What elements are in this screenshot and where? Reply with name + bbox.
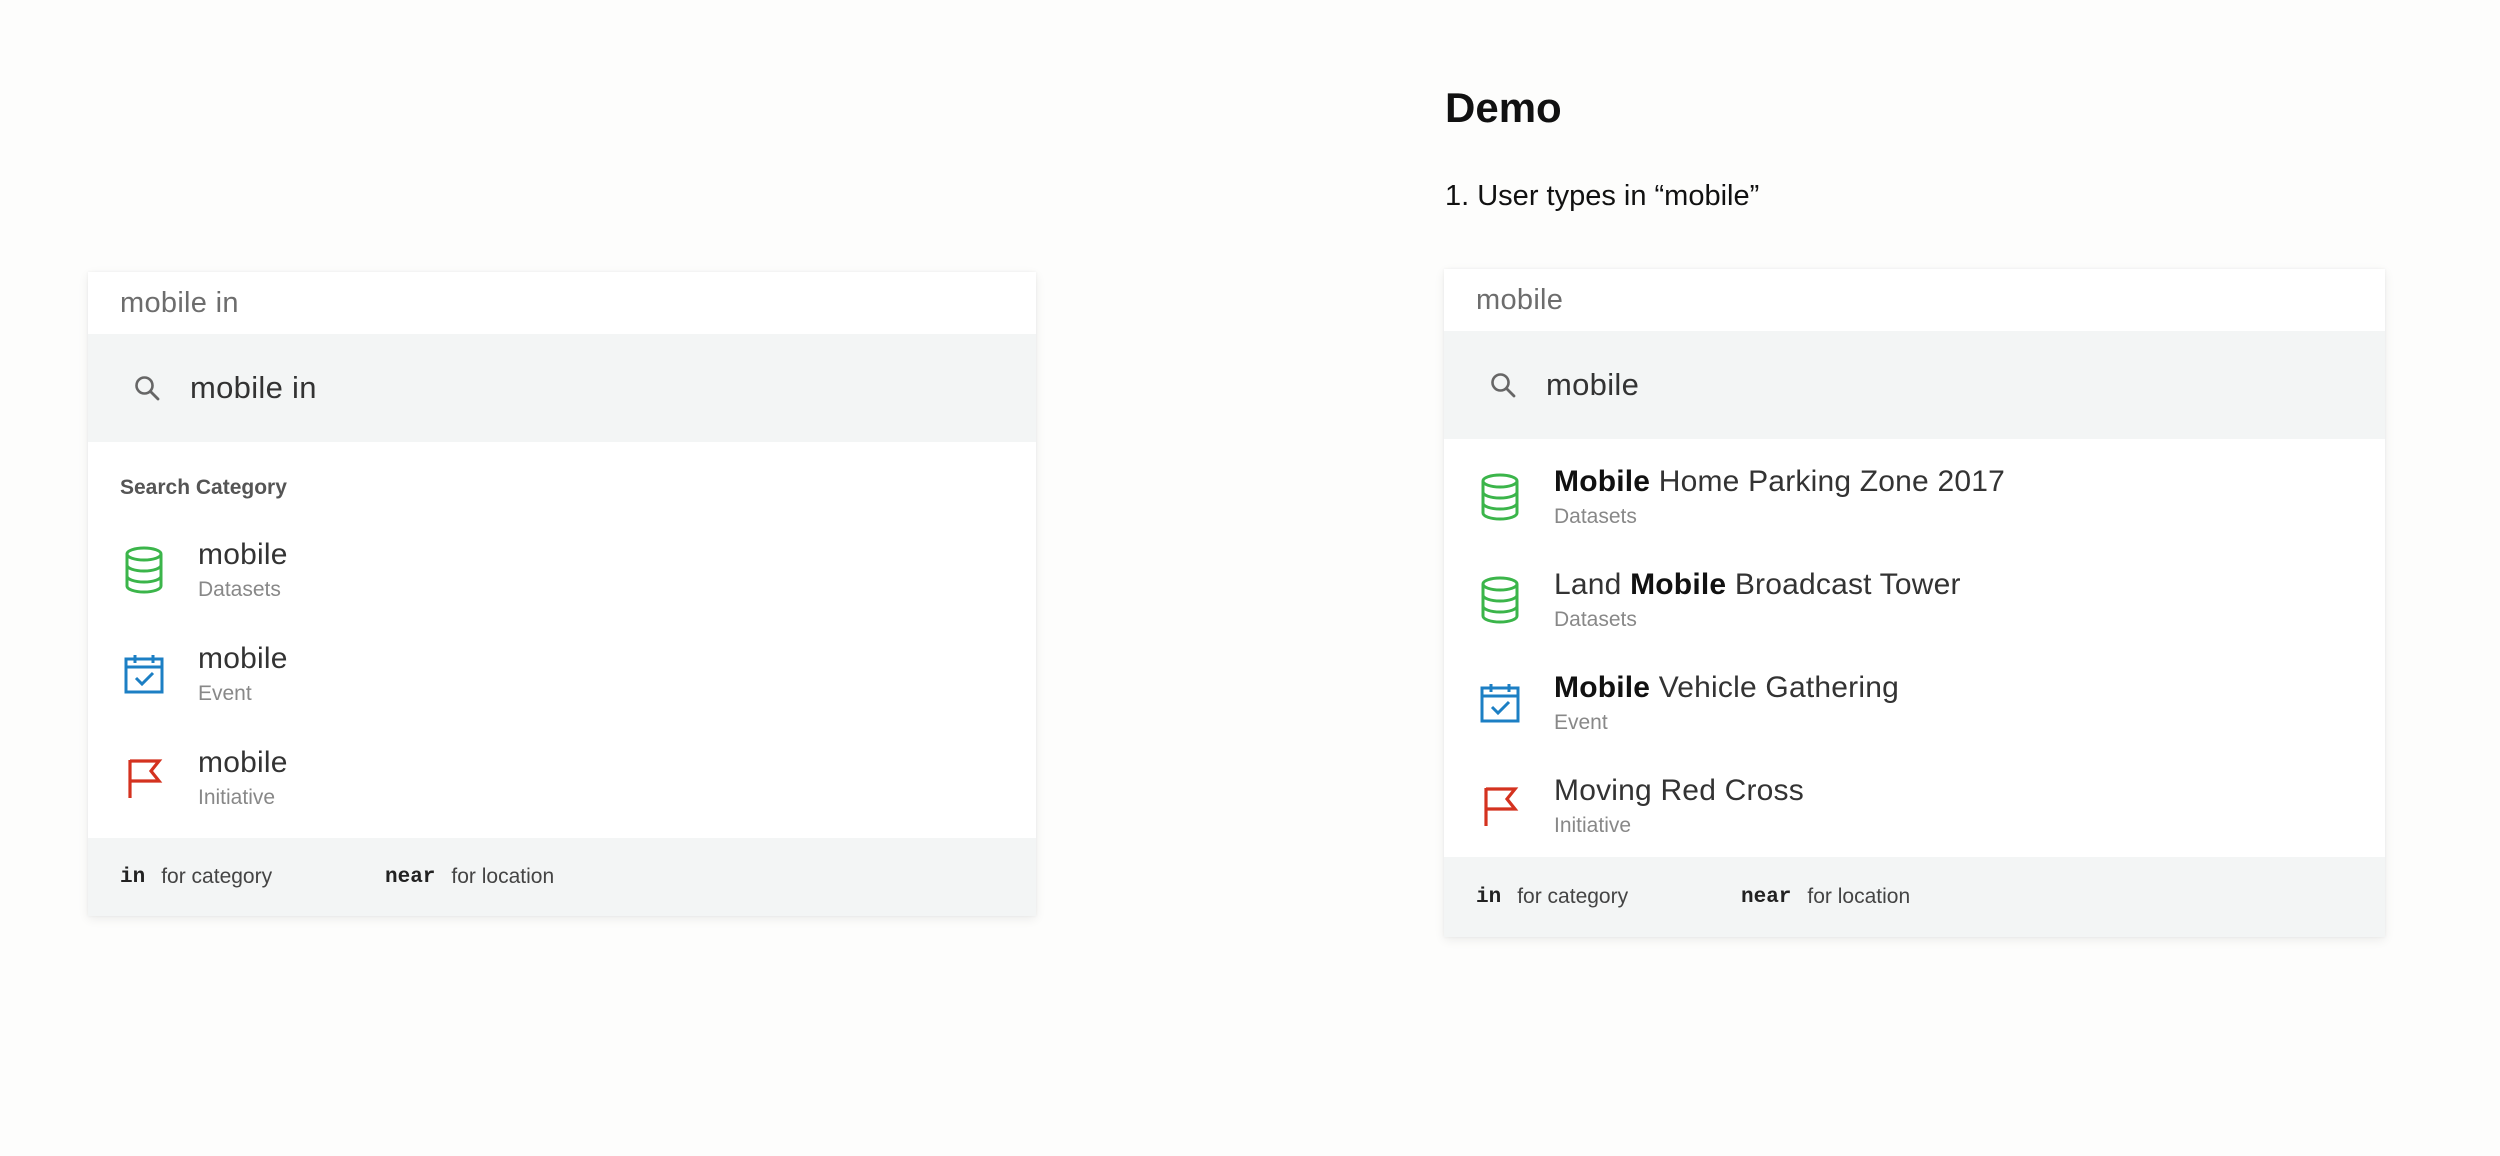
search-icon bbox=[132, 373, 162, 403]
flag-icon bbox=[122, 753, 166, 803]
in-keyword: in bbox=[1476, 885, 1502, 909]
result-title: mobile bbox=[198, 746, 288, 779]
database-icon bbox=[1478, 472, 1522, 522]
result-title-match: Mobile bbox=[1630, 567, 1727, 601]
result-category: Datasets bbox=[1554, 504, 1637, 528]
result-title-suffix: Home Parking Zone 2017 bbox=[1650, 464, 2006, 498]
demo-title: Demo bbox=[1445, 84, 1562, 131]
result-title: Land Mobile Broadcast Tower bbox=[1554, 566, 1961, 604]
search-suggestion-row[interactable]: mobile in bbox=[88, 334, 1036, 442]
search-icon bbox=[1488, 370, 1518, 400]
result-title-match: Mobile bbox=[1554, 670, 1651, 704]
result-item[interactable]: mobile Datasets bbox=[88, 518, 1036, 622]
result-list: mobile Datasets mobile Event mobile Init… bbox=[88, 504, 1036, 830]
result-item[interactable]: Mobile Home Parking Zone 2017 Datasets bbox=[1444, 445, 2385, 548]
result-category: Datasets bbox=[198, 578, 281, 601]
result-item[interactable]: mobile Event bbox=[88, 622, 1036, 726]
result-item[interactable]: Land Mobile Broadcast Tower Datasets bbox=[1444, 548, 2385, 651]
result-item[interactable]: mobile Initiative bbox=[88, 726, 1036, 830]
search-query-text: mobile bbox=[1546, 367, 1640, 402]
search-panel-results: mobile mobile Mobile Home Parking Zone 2… bbox=[1444, 269, 2385, 937]
result-title-suffix: Broadcast Tower bbox=[1726, 567, 1961, 601]
result-category: Event bbox=[198, 682, 252, 705]
result-title-suffix: Vehicle Gathering bbox=[1650, 670, 1899, 704]
search-input-value: mobile bbox=[1476, 283, 1564, 316]
result-title: mobile bbox=[198, 642, 288, 675]
near-keyword: near bbox=[385, 865, 436, 889]
result-title-prefix: Moving Red Cross bbox=[1554, 773, 1804, 807]
search-panel-category: mobile in mobile in Search Category mobi… bbox=[88, 272, 1036, 916]
database-icon bbox=[1478, 575, 1522, 625]
search-query-text: mobile in bbox=[190, 370, 317, 405]
search-suggestion-row[interactable]: mobile bbox=[1444, 331, 2385, 439]
result-title-match: Mobile bbox=[1554, 464, 1651, 498]
database-icon bbox=[122, 545, 166, 595]
calendar-check-icon bbox=[1478, 678, 1522, 728]
demo-step-text: 1. User types in “mobile” bbox=[1445, 180, 1760, 212]
result-title: Mobile Vehicle Gathering bbox=[1554, 669, 1899, 707]
result-title: mobile bbox=[198, 538, 288, 571]
hint-in: in for category bbox=[1476, 885, 1741, 909]
result-title: Mobile Home Parking Zone 2017 bbox=[1554, 463, 2005, 501]
hint-near: near for location bbox=[1741, 885, 2006, 909]
result-category: Initiative bbox=[198, 786, 276, 809]
near-keyword: near bbox=[1741, 885, 1792, 909]
result-title: Moving Red Cross bbox=[1554, 772, 1804, 810]
hint-in: in for category bbox=[120, 865, 385, 889]
near-hint-label: for location bbox=[1807, 885, 1911, 908]
in-hint-label: for category bbox=[1517, 885, 1629, 908]
keyboard-hints-footer: in for category near for location bbox=[88, 838, 1036, 916]
search-input-value: mobile in bbox=[120, 286, 239, 319]
result-item[interactable]: Mobile Vehicle Gathering Event bbox=[1444, 651, 2385, 754]
result-category: Initiative bbox=[1554, 813, 1632, 837]
result-title-prefix: Land bbox=[1554, 567, 1631, 601]
hint-near: near for location bbox=[385, 865, 650, 889]
result-category: Datasets bbox=[1554, 607, 1637, 631]
search-input[interactable]: mobile bbox=[1444, 269, 2385, 331]
in-keyword: in bbox=[120, 865, 146, 889]
near-hint-label: for location bbox=[451, 865, 555, 888]
result-category: Event bbox=[1554, 710, 1608, 734]
flag-icon bbox=[1478, 781, 1522, 831]
result-item[interactable]: Moving Red Cross Initiative bbox=[1444, 754, 2385, 857]
search-input[interactable]: mobile in bbox=[88, 272, 1036, 334]
result-list: Mobile Home Parking Zone 2017 Datasets L… bbox=[1444, 439, 2385, 857]
keyboard-hints-footer: in for category near for location bbox=[1444, 857, 2385, 937]
section-label: Search Category bbox=[120, 476, 287, 499]
in-hint-label: for category bbox=[161, 865, 273, 888]
calendar-check-icon bbox=[122, 649, 166, 699]
